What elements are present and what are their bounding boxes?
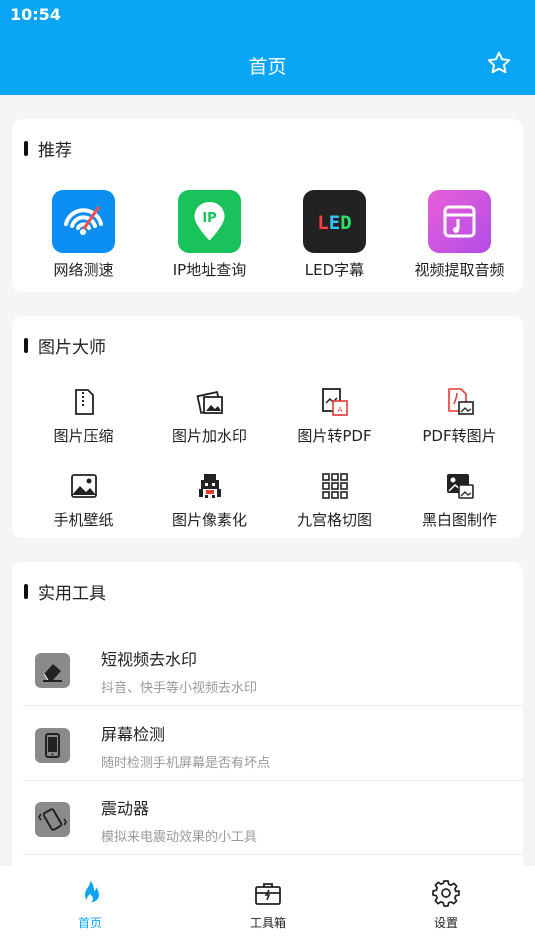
tool-row-remove-watermark[interactable]: 短视频去水印 抖音、快手等小视频去水印 (23, 632, 523, 706)
svg-text:A: A (337, 406, 342, 414)
pic-item-pdf-to-image[interactable]: PDF转图片 (397, 387, 522, 446)
tool-row-screen-check[interactable]: 屏幕检测 随时检测手机屏幕是否有坏点 (23, 707, 523, 781)
vibrate-icon (35, 802, 70, 837)
picture-card: 图片大师 图片压缩 图片加水印 A 图片转PDF PDF转图片 手机壁纸 图片像… (12, 316, 523, 538)
nav-label: 设置 (433, 916, 458, 930)
wallpaper-icon (69, 471, 99, 501)
led-icon: LED (303, 190, 366, 253)
black-white-icon (445, 471, 475, 501)
rec-label: LED字幕 (304, 261, 365, 279)
grid-icon (320, 471, 350, 501)
bottom-navigation: 首页 工具箱 设置 (0, 866, 535, 951)
pdf-to-image-icon (445, 387, 475, 417)
section-title-text: 实用工具 (38, 583, 106, 604)
recommend-card: 推荐 网络测速 IP IP地址查询 LED LED字幕 视频提取音频 (12, 119, 523, 292)
pic-label: 图片转PDF (297, 427, 372, 445)
pic-item-compress[interactable]: 图片压缩 (21, 387, 146, 446)
pic-label: 九宫格切图 (296, 511, 372, 529)
section-title: 实用工具 (24, 580, 106, 604)
pic-label: 黑白图制作 (421, 511, 497, 529)
zip-file-icon (69, 387, 99, 417)
video-audio-icon (428, 190, 491, 253)
pic-item-wallpaper[interactable]: 手机壁纸 (21, 471, 146, 530)
svg-text:IP: IP (202, 211, 216, 226)
image-to-pdf-icon: A (320, 387, 350, 417)
rec-item-video-audio[interactable]: 视频提取音频 (397, 190, 522, 280)
top-app-bar: 10:54 首页 (0, 0, 535, 95)
section-title-text: 推荐 (38, 140, 72, 161)
status-time: 10:54 (10, 5, 61, 24)
rec-label: IP地址查询 (172, 261, 247, 279)
tool-desc: 模拟来电震动效果的小工具 (101, 830, 258, 845)
tool-row-vibrator[interactable]: 震动器 模拟来电震动效果的小工具 (23, 781, 523, 855)
nav-settings[interactable]: 设置 (396, 878, 496, 931)
section-title: 图片大师 (24, 334, 106, 358)
tool-desc: 随时检测手机屏幕是否有坏点 (101, 756, 271, 771)
pic-label: PDF转图片 (422, 427, 497, 445)
favorite-star-icon[interactable] (486, 50, 512, 76)
nav-home[interactable]: 首页 (40, 878, 140, 931)
tool-title: 屏幕检测 (101, 725, 166, 744)
speedometer-icon (52, 190, 115, 253)
rec-item-speedtest[interactable]: 网络测速 (21, 190, 146, 280)
tools-card: 实用工具 短视频去水印 抖音、快手等小视频去水印 屏幕检测 随时检测手机屏幕是否… (12, 562, 523, 882)
phone-icon (35, 728, 70, 763)
nav-label: 首页 (77, 916, 102, 930)
tool-title: 震动器 (101, 799, 150, 818)
page-title: 首页 (248, 56, 287, 78)
nav-label: 工具箱 (249, 916, 286, 930)
pic-item-black-white[interactable]: 黑白图制作 (397, 471, 522, 530)
gear-icon (431, 878, 461, 908)
pic-label: 手机壁纸 (53, 511, 114, 529)
nav-toolbox[interactable]: 工具箱 (218, 878, 318, 931)
tool-desc: 抖音、快手等小视频去水印 (101, 681, 258, 696)
watermark-icon (195, 387, 225, 417)
rec-item-ip[interactable]: IP IP地址查询 (147, 190, 272, 280)
section-title: 推荐 (24, 137, 72, 161)
rec-label: 网络测速 (53, 261, 114, 279)
pic-label: 图片压缩 (53, 427, 114, 445)
ip-location-icon: IP (178, 190, 241, 253)
rec-item-led[interactable]: LED LED字幕 (272, 190, 397, 280)
svg-text:LED: LED (317, 212, 351, 234)
toolbox-icon (253, 878, 283, 908)
pic-item-grid[interactable]: 九宫格切图 (272, 471, 397, 530)
pic-label: 图片像素化 (171, 511, 247, 529)
section-title-text: 图片大师 (38, 337, 106, 358)
pic-item-pixelate[interactable]: 图片像素化 (147, 471, 272, 530)
pixelate-icon (195, 471, 225, 501)
pic-item-to-pdf[interactable]: A 图片转PDF (272, 387, 397, 446)
tool-title: 短视频去水印 (101, 650, 198, 669)
fire-icon (75, 878, 105, 908)
rec-label: 视频提取音频 (414, 261, 505, 279)
pic-item-watermark[interactable]: 图片加水印 (147, 387, 272, 446)
pic-label: 图片加水印 (171, 427, 247, 445)
eraser-icon (35, 653, 70, 688)
